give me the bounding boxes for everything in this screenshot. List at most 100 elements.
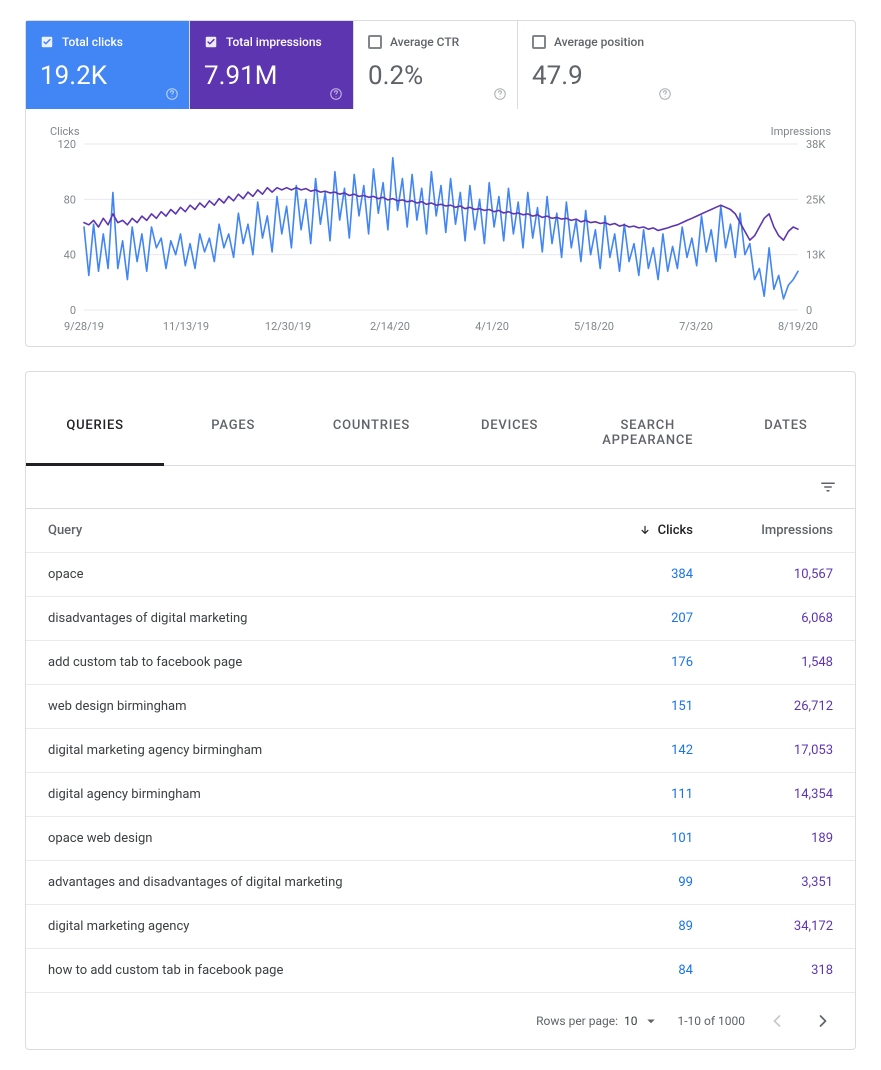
- svg-text:0: 0: [70, 304, 76, 317]
- col-header-clicks[interactable]: Clicks: [553, 523, 693, 538]
- cell-impressions: 189: [693, 831, 833, 846]
- table-row[interactable]: digital marketing agency8934,172: [26, 905, 855, 949]
- rows-per-page-select[interactable]: 10: [624, 1012, 660, 1030]
- cell-clicks: 111: [553, 787, 693, 802]
- sort-desc-icon: [638, 524, 652, 538]
- page-range: 1-10 of 1000: [678, 1014, 746, 1028]
- cell-query: opace: [48, 567, 553, 582]
- col-header-query[interactable]: Query: [48, 523, 553, 538]
- rows-per-page-label: Rows per page:: [536, 1014, 618, 1028]
- metric-position[interactable]: Average position 47.9: [518, 21, 682, 109]
- cell-query: disadvantages of digital marketing: [48, 611, 553, 626]
- cell-clicks: 99: [553, 875, 693, 890]
- cell-query: web design birmingham: [48, 699, 553, 714]
- help-icon[interactable]: [493, 87, 507, 101]
- metric-label-impressions: Total impressions: [226, 35, 322, 49]
- svg-text:11/13/19: 11/13/19: [163, 320, 209, 333]
- cell-query: add custom tab to facebook page: [48, 655, 553, 670]
- help-icon[interactable]: [329, 87, 343, 101]
- cell-query: advantages and disadvantages of digital …: [48, 875, 553, 890]
- col-header-clicks-label: Clicks: [658, 523, 693, 538]
- metric-checkbox-ctr: [368, 35, 382, 49]
- cell-clicks: 101: [553, 831, 693, 846]
- svg-text:0: 0: [806, 304, 812, 317]
- performance-card: Total clicks19.2KTotal impressions7.91MA…: [25, 20, 856, 347]
- svg-text:4/1/20: 4/1/20: [475, 320, 509, 333]
- table-row[interactable]: digital marketing agency birmingham14217…: [26, 729, 855, 773]
- table-row[interactable]: advantages and disadvantages of digital …: [26, 861, 855, 905]
- metric-clicks[interactable]: Total clicks 19.2K: [26, 21, 190, 109]
- tab-devices[interactable]: DEVICES: [441, 400, 579, 465]
- table-header-row: Query Clicks Impressions: [26, 509, 855, 553]
- table-row[interactable]: opace web design101189: [26, 817, 855, 861]
- metric-checkbox-clicks: [40, 35, 54, 49]
- cell-impressions: 17,053: [693, 743, 833, 758]
- cell-clicks: 89: [553, 919, 693, 934]
- table-row[interactable]: digital agency birmingham11114,354: [26, 773, 855, 817]
- cell-impressions: 318: [693, 963, 833, 978]
- table-row[interactable]: web design birmingham15126,712: [26, 685, 855, 729]
- performance-chart: 004013K8025K12038K9/28/1911/13/1912/30/1…: [46, 138, 836, 338]
- table-row[interactable]: how to add custom tab in facebook page84…: [26, 949, 855, 993]
- cell-impressions: 3,351: [693, 875, 833, 890]
- metric-checkbox-position: [532, 35, 546, 49]
- tab-pages[interactable]: PAGES: [164, 400, 302, 465]
- svg-text:40: 40: [64, 249, 76, 262]
- cell-clicks: 176: [553, 655, 693, 670]
- col-header-impressions[interactable]: Impressions: [693, 523, 833, 538]
- metric-ctr[interactable]: Average CTR 0.2%: [354, 21, 518, 109]
- chart-left-axis-label: Clicks: [50, 125, 80, 138]
- metric-label-ctr: Average CTR: [390, 35, 459, 49]
- queries-table: Query Clicks Impressions opace38410,567d…: [26, 509, 855, 993]
- svg-text:12/30/19: 12/30/19: [265, 320, 311, 333]
- help-icon[interactable]: [165, 87, 179, 101]
- metric-value-ctr: 0.2%: [368, 61, 503, 91]
- next-page-button[interactable]: [809, 1007, 837, 1035]
- metric-value-position: 47.9: [532, 61, 668, 91]
- cell-clicks: 384: [553, 567, 693, 582]
- cell-query: opace web design: [48, 831, 553, 846]
- table-toolbar: [26, 466, 855, 509]
- svg-text:25K: 25K: [806, 193, 825, 206]
- metric-impressions[interactable]: Total impressions7.91M: [190, 21, 354, 109]
- rows-per-page-value: 10: [624, 1014, 638, 1028]
- help-icon[interactable]: [658, 87, 672, 101]
- prev-page-button[interactable]: [763, 1007, 791, 1035]
- dimensions-card: QUERIESPAGESCOUNTRIESDEVICESSEARCH APPEA…: [25, 371, 856, 1050]
- chart-area: Clicks Impressions 004013K8025K12038K9/2…: [26, 109, 855, 346]
- cell-query: digital agency birmingham: [48, 787, 553, 802]
- table-row[interactable]: opace38410,567: [26, 553, 855, 597]
- cell-impressions: 26,712: [693, 699, 833, 714]
- svg-text:80: 80: [64, 193, 76, 206]
- tab-search-appearance[interactable]: SEARCH APPEARANCE: [579, 400, 717, 465]
- cell-impressions: 10,567: [693, 567, 833, 582]
- cell-clicks: 142: [553, 743, 693, 758]
- tab-queries[interactable]: QUERIES: [26, 400, 164, 466]
- svg-text:8/19/20: 8/19/20: [778, 320, 818, 333]
- cell-impressions: 14,354: [693, 787, 833, 802]
- chart-right-axis-label: Impressions: [771, 125, 831, 138]
- svg-text:7/3/20: 7/3/20: [679, 320, 713, 333]
- svg-text:13K: 13K: [806, 249, 825, 262]
- table-row[interactable]: disadvantages of digital marketing2076,0…: [26, 597, 855, 641]
- cell-impressions: 34,172: [693, 919, 833, 934]
- svg-text:9/28/19: 9/28/19: [64, 320, 104, 333]
- filter-icon[interactable]: [819, 478, 837, 496]
- metric-value-clicks: 19.2K: [40, 61, 175, 91]
- dropdown-icon: [642, 1012, 660, 1030]
- svg-text:2/14/20: 2/14/20: [370, 320, 410, 333]
- table-row[interactable]: add custom tab to facebook page1761,548: [26, 641, 855, 685]
- svg-text:120: 120: [57, 138, 76, 151]
- cell-query: how to add custom tab in facebook page: [48, 963, 553, 978]
- cell-impressions: 6,068: [693, 611, 833, 626]
- cell-clicks: 84: [553, 963, 693, 978]
- cell-query: digital marketing agency: [48, 919, 553, 934]
- metric-label-position: Average position: [554, 35, 644, 49]
- metric-row: Total clicks19.2KTotal impressions7.91MA…: [26, 21, 855, 109]
- cell-impressions: 1,548: [693, 655, 833, 670]
- tab-countries[interactable]: COUNTRIES: [302, 400, 440, 465]
- metric-label-clicks: Total clicks: [62, 35, 123, 49]
- pagination: Rows per page: 10 1-10 of 1000: [26, 993, 855, 1049]
- cell-query: digital marketing agency birmingham: [48, 743, 553, 758]
- tab-dates[interactable]: DATES: [717, 400, 855, 465]
